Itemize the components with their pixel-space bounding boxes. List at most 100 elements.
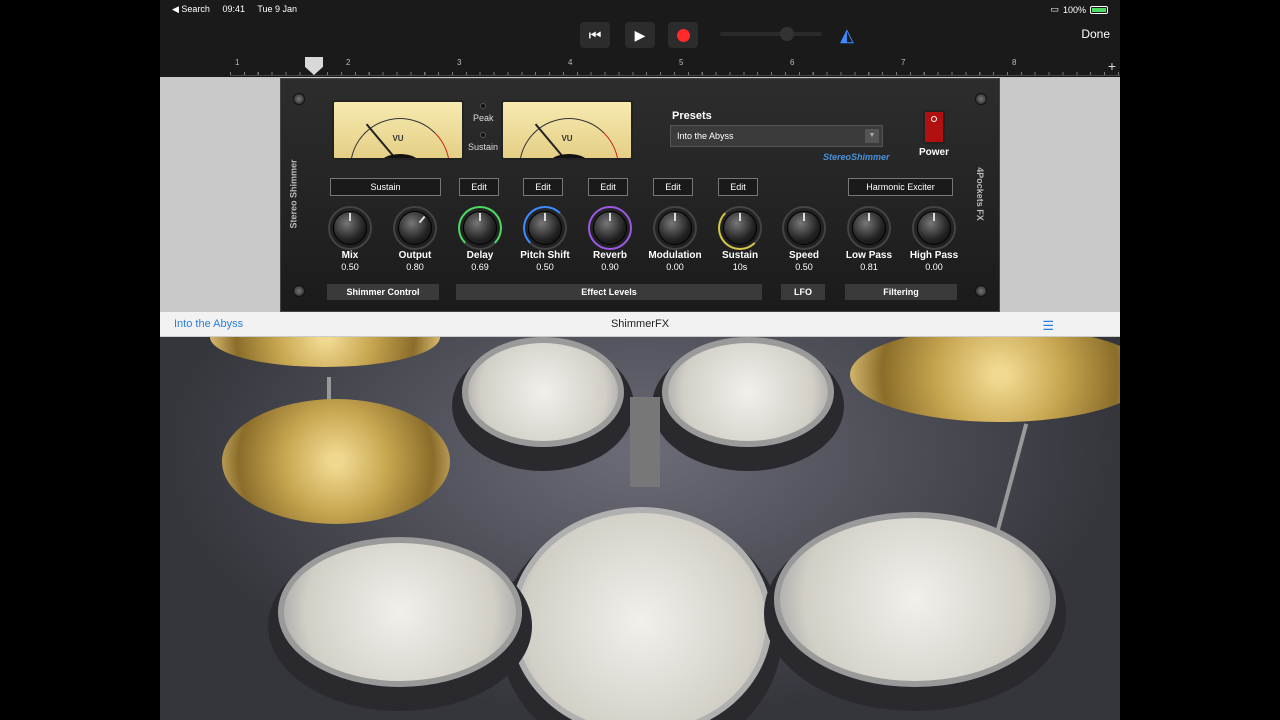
status-date: Tue 9 Jan xyxy=(257,4,298,14)
screw-icon xyxy=(975,93,987,105)
status-bar: ◀ Search 09:41 Tue 9 Jan ▭ 100% xyxy=(160,0,1120,18)
battery-percent: 100% xyxy=(1062,4,1086,15)
knob-value: 10s xyxy=(732,262,748,272)
sustain-button[interactable]: Sustain xyxy=(330,178,441,196)
peak-label: Peak xyxy=(473,113,494,123)
knob-value: 0.00 xyxy=(925,262,943,272)
garageband-screen: ◀ Search 09:41 Tue 9 Jan ▭ 100% ⏮ ▶ ◭ Do… xyxy=(160,0,1120,720)
tom-1[interactable] xyxy=(462,337,624,447)
speed-knob[interactable] xyxy=(782,206,826,250)
knob-name: Mix xyxy=(341,250,359,261)
rewind-button[interactable]: ⏮ xyxy=(580,22,610,48)
edit-sustain-button[interactable]: Edit xyxy=(718,178,758,196)
brand-logo: StereoShimmer xyxy=(823,152,890,162)
back-to-search[interactable]: ◀ Search xyxy=(172,4,210,14)
edit-delay-button[interactable]: Edit xyxy=(459,178,499,196)
power-icon xyxy=(931,116,937,122)
bar-number: 5 xyxy=(679,58,684,67)
sustain-led-label: Sustain xyxy=(468,142,499,152)
play-button[interactable]: ▶ xyxy=(625,22,655,48)
section-shimmer-control: Shimmer Control xyxy=(327,284,439,300)
knob-name: Modulation xyxy=(648,250,702,261)
edit-modulation-button[interactable]: Edit xyxy=(653,178,693,196)
knob-value: 0.00 xyxy=(666,262,684,272)
high-pass-knob[interactable] xyxy=(912,206,956,250)
knob-name: High Pass xyxy=(909,250,959,261)
tom-mount xyxy=(630,397,660,487)
knob-name: Low Pass xyxy=(845,250,893,261)
transport-bar: ⏮ ▶ ◭ Done xyxy=(160,18,1120,54)
vu-meter-left: VU xyxy=(332,100,464,160)
sliders-icon[interactable]: ☰ xyxy=(1042,318,1054,334)
snare-drum[interactable] xyxy=(278,537,522,687)
bass-drum[interactable] xyxy=(510,507,772,720)
sustain-led xyxy=(480,132,486,138)
vu-label: VU xyxy=(561,134,573,143)
vendor-side-label: 4Pockets FX xyxy=(974,167,985,221)
screw-icon xyxy=(293,285,305,297)
bar-number: 8 xyxy=(1012,58,1017,67)
battery-icon xyxy=(1090,5,1108,14)
vu-label: VU xyxy=(392,134,404,143)
knob-name: Sustain xyxy=(721,250,759,261)
sustain-knob[interactable] xyxy=(718,206,762,250)
low-pass-knob[interactable] xyxy=(847,206,891,250)
mix-knob[interactable] xyxy=(328,206,372,250)
preset-dropdown[interactable]: Into the Abyss ▼ xyxy=(670,125,883,147)
section-effect-levels: Effect Levels xyxy=(456,284,762,300)
pitch-shift-knob[interactable] xyxy=(523,206,567,250)
bar-number: 4 xyxy=(568,58,573,67)
hi-hat-cymbal[interactable] xyxy=(222,399,450,524)
modulation-knob[interactable] xyxy=(653,206,697,250)
knob-value: 0.50 xyxy=(341,262,359,272)
edit-pitch-shift-button[interactable]: Edit xyxy=(523,178,563,196)
section-lfo: LFO xyxy=(781,284,825,300)
plugin-title-bar: Into the Abyss ShimmerFX ☰ xyxy=(160,312,1120,337)
chevron-down-icon: ▼ xyxy=(865,129,879,143)
knob-value: 0.69 xyxy=(471,262,489,272)
section-filtering: Filtering xyxy=(845,284,957,300)
knob-value: 0.50 xyxy=(795,262,813,272)
ride-cymbal[interactable] xyxy=(850,337,1120,422)
knob-name: Reverb xyxy=(593,250,627,261)
vu-meter-right: VU xyxy=(501,100,633,160)
plugin-title: ShimmerFX xyxy=(610,318,670,330)
stereo-shimmer-plugin: Stereo Shimmer 4Pockets FX VU VU Peak Su… xyxy=(280,78,1000,312)
bar-number: 1 xyxy=(235,58,240,67)
crash-cymbal-left[interactable] xyxy=(210,337,440,367)
preset-value: Into the Abyss xyxy=(677,131,734,141)
done-button[interactable]: Done xyxy=(1081,27,1110,41)
metronome-icon[interactable]: ◭ xyxy=(840,25,854,46)
screen-mirror-icon: ▭ xyxy=(1050,4,1059,14)
reverb-knob[interactable] xyxy=(588,206,632,250)
harmonic-exciter-button[interactable]: Harmonic Exciter xyxy=(848,178,953,196)
knob-value: 0.81 xyxy=(860,262,878,272)
bar-number: 6 xyxy=(790,58,795,67)
power-switch[interactable] xyxy=(923,110,945,144)
record-button[interactable] xyxy=(668,22,698,48)
knob-value: 0.90 xyxy=(601,262,619,272)
screw-icon xyxy=(293,93,305,105)
drum-kit[interactable] xyxy=(160,337,1120,720)
presets-label: Presets xyxy=(672,110,712,122)
edit-reverb-button[interactable]: Edit xyxy=(588,178,628,196)
floor-tom[interactable] xyxy=(774,512,1056,687)
cymbal-stand xyxy=(995,423,1029,531)
knob-name: Pitch Shift xyxy=(520,250,570,261)
output-knob[interactable] xyxy=(393,206,437,250)
peak-led xyxy=(480,103,486,109)
volume-slider-thumb[interactable] xyxy=(780,27,794,41)
knob-value: 0.80 xyxy=(406,262,424,272)
knob-name: Delay xyxy=(466,250,494,261)
delay-knob[interactable] xyxy=(458,206,502,250)
timeline-ruler[interactable]: 1 2 3 4 5 6 7 8 xyxy=(230,56,1120,76)
screw-icon xyxy=(975,285,987,297)
add-section-icon[interactable]: + xyxy=(1108,58,1116,74)
master-volume-slider[interactable] xyxy=(720,27,822,41)
knob-name: Output xyxy=(398,250,432,261)
bar-number: 3 xyxy=(457,58,462,67)
bar-number: 2 xyxy=(346,58,351,67)
status-time: 09:41 xyxy=(222,4,245,14)
tom-2[interactable] xyxy=(662,337,834,447)
knob-value: 0.50 xyxy=(536,262,554,272)
